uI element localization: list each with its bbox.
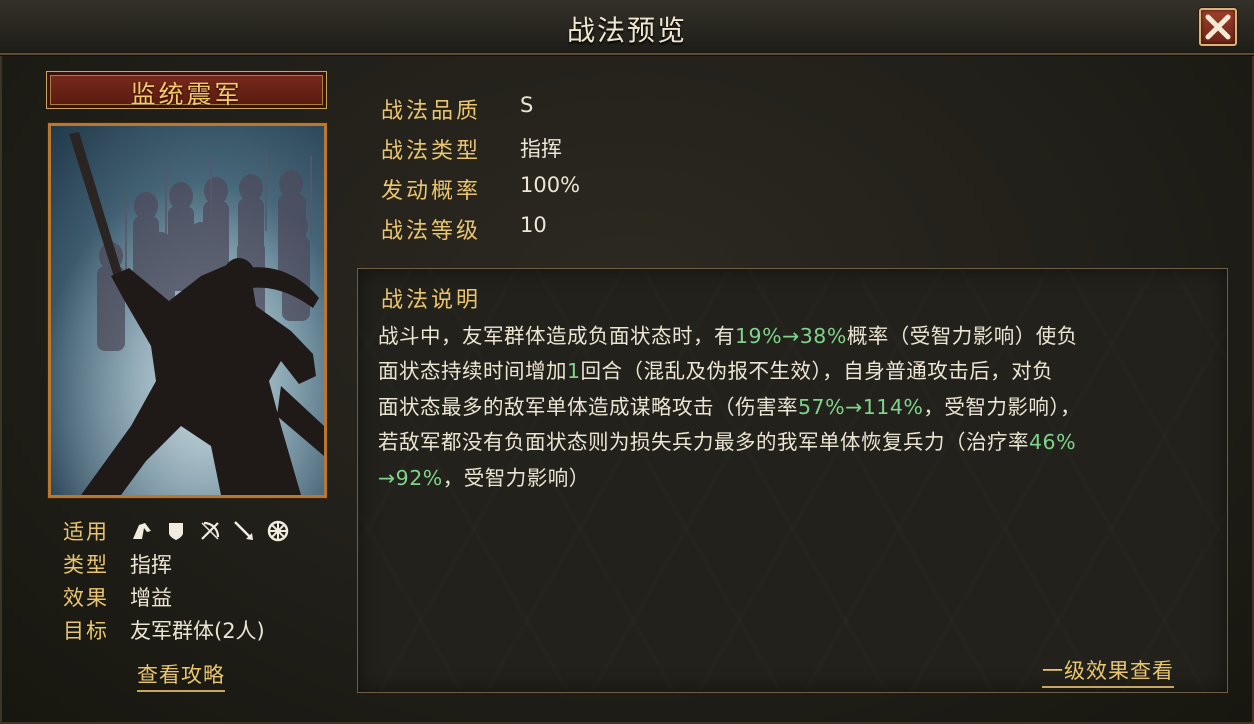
skill-name: 监统震军 [130, 80, 243, 109]
warrior-illustration [51, 126, 324, 495]
meta-label-target: 目标 [63, 619, 109, 643]
info-value-type: 指挥 [520, 137, 562, 161]
meta-label-applicable: 适用 [63, 520, 109, 544]
info-label-quality: 战法品质 [381, 99, 482, 124]
desc-highlight: →92% [378, 466, 443, 490]
desc-text: 若敌军都没有负面状态则为损失兵力最多的我军单体恢复兵力（治疗率 [378, 430, 1029, 454]
info-label-type: 战法类型 [381, 139, 482, 164]
level-one-effect-link[interactable]: 一级效果查看 [1042, 655, 1174, 688]
description-line-2: 面状态持续时间增加1回合（混乱及伪报不生效），自身普通攻击后，对负 [378, 354, 1053, 384]
desc-text: 概率（受智力影响）使负 [846, 324, 1078, 348]
meta-value-effect: 增益 [130, 586, 172, 610]
info-value-level: 10 [520, 213, 547, 237]
cavalry-icon [130, 519, 154, 543]
meta-value-type: 指挥 [130, 553, 172, 577]
description-line-3: 面状态最多的敌军单体造成谋略攻击（伤害率57%→114%，受智力影响）， [378, 390, 1081, 420]
description-line-1: 战斗中，友军群体造成负面状态时，有19%→38%概率（受智力影响）使负 [378, 319, 1078, 349]
desc-text: 战斗中，友军群体造成负面状态时，有 [378, 324, 735, 348]
desc-text: 面状态持续时间增加 [378, 359, 567, 383]
desc-text: ，受智力影响）， [923, 395, 1082, 419]
close-icon [1205, 14, 1231, 40]
meta-value-target: 友军群体(2人) [130, 619, 265, 643]
meta-label-effect: 效果 [63, 586, 109, 610]
skill-artwork [48, 123, 327, 498]
description-line-4: 若敌军都没有负面状态则为损失兵力最多的我军单体恢复兵力（治疗率46% [378, 425, 1076, 455]
desc-text: 面状态最多的敌军单体造成谋略攻击（伤害率 [378, 395, 798, 419]
description-title: 战法说明 [381, 288, 482, 313]
info-label-chance: 发动概率 [381, 179, 482, 204]
info-value-chance: 100% [520, 173, 581, 197]
desc-highlight: 46% [1029, 430, 1077, 454]
view-guide-link[interactable]: 查看攻略 [137, 659, 225, 692]
header-bar: 战法预览 [0, 0, 1254, 55]
page-title: 战法预览 [566, 14, 687, 47]
meta-label-type: 类型 [63, 553, 109, 577]
info-value-quality: S [520, 93, 534, 117]
desc-text: ，受智力影响） [442, 466, 590, 490]
desc-text: 回合（混乱及伪报不生效），自身普通攻击后，对负 [580, 359, 1054, 383]
shield-icon [164, 519, 188, 543]
close-button[interactable] [1199, 8, 1237, 46]
skill-preview-panel: 战法预览 监统震军 适用 类型 指挥 效果 增益 目标 友军群体(2人) 查看攻… [0, 0, 1254, 724]
info-label-level: 战法等级 [381, 219, 482, 244]
desc-highlight: 57%→114% [798, 395, 924, 419]
desc-highlight: 19%→38% [735, 324, 847, 348]
skill-name-banner: 监统震军 [46, 71, 327, 109]
description-line-5: →92%，受智力影响） [378, 461, 590, 491]
bow-icon [198, 519, 222, 543]
desc-highlight: 1 [567, 359, 581, 383]
spear-icon [232, 519, 256, 543]
siege-icon [266, 519, 290, 543]
